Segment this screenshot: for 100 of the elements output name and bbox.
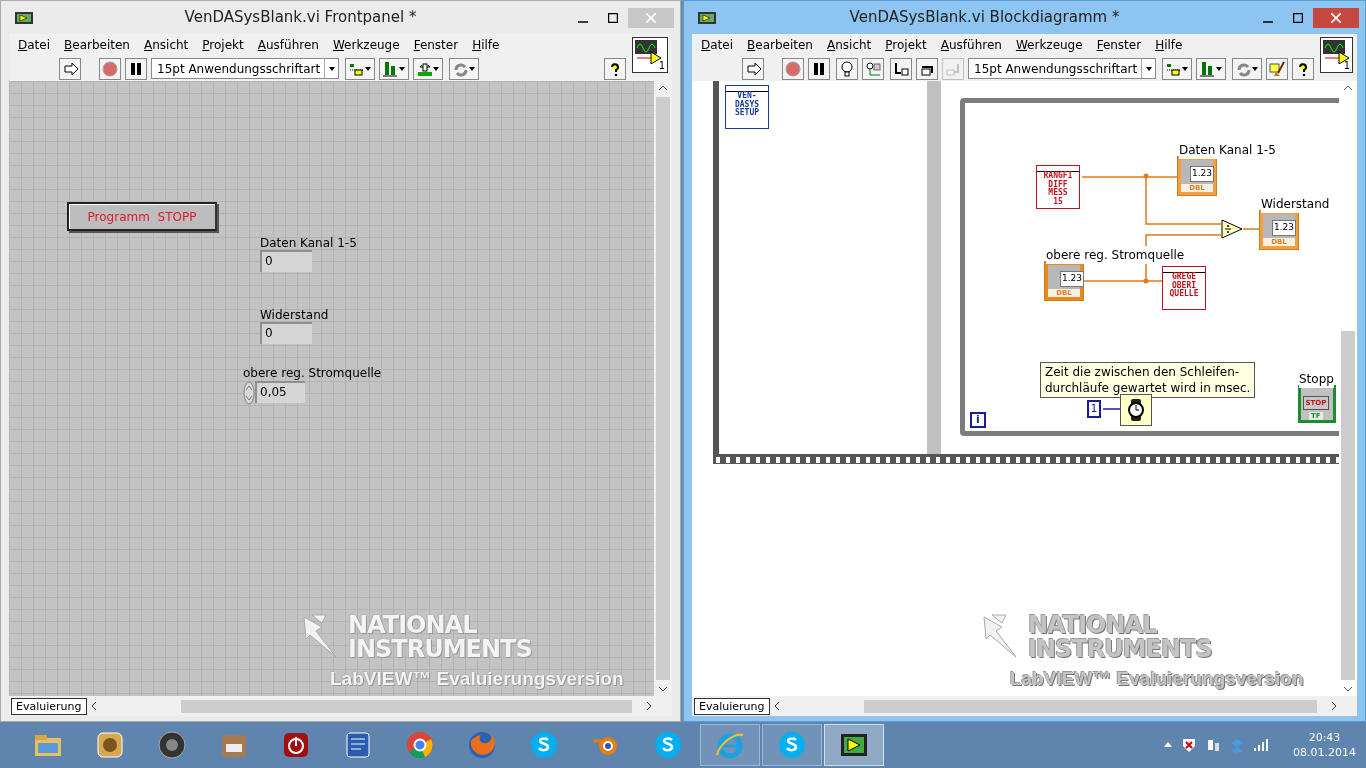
subvi-node[interactable]: GREGE OBERI QUELLE: [1162, 266, 1206, 310]
menu-item[interactable]: Werkzeuge: [1008, 36, 1090, 54]
broom-icon: [1269, 60, 1286, 77]
caret-icon: [1251, 64, 1260, 73]
scrollbar-thumb[interactable]: [863, 699, 1317, 713]
wire-junction: [1143, 173, 1149, 179]
menu-item[interactable]: Hilfe: [465, 36, 507, 54]
light-bulb-icon: [839, 60, 855, 77]
menu-item[interactable]: Bearbeiten: [740, 36, 820, 54]
status-label: Evaluierung: [11, 697, 87, 715]
clock-time[interactable]: 20:43: [1293, 730, 1356, 745]
menu-item[interactable]: Werkzeuge: [325, 36, 407, 54]
run-arrow-icon: [62, 60, 78, 77]
minimize-icon: [578, 20, 588, 23]
shield-icon[interactable]: [1181, 737, 1197, 753]
maximize-icon: [608, 12, 618, 23]
caret-icon[interactable]: [1163, 740, 1173, 750]
scroll-down-icon[interactable]: [1343, 686, 1353, 692]
spinner-arrows[interactable]: [243, 381, 255, 405]
terminal-label: Daten Kanal 1-5: [1179, 141, 1276, 159]
scroll-down-icon[interactable]: [658, 686, 668, 692]
watermark-text: NATIONAL: [1028, 613, 1158, 637]
menu-item[interactable]: Ausführen: [250, 36, 326, 54]
scrollbar-thumb[interactable]: [180, 699, 632, 713]
scroll-up-icon[interactable]: [658, 85, 668, 91]
terminal-label: Widerstand: [1261, 195, 1330, 213]
probe-icon: [865, 60, 881, 77]
watermark-text: NATIONAL: [348, 613, 478, 637]
wire: [1242, 228, 1261, 230]
signal-icon[interactable]: [1253, 737, 1269, 753]
caret-icon: [432, 64, 441, 73]
resize-icon: [416, 60, 433, 77]
watermark-text: INSTRUMENTS: [348, 637, 532, 661]
scrollbar-thumb[interactable]: [1341, 331, 1355, 680]
app-icon: [404, 729, 436, 761]
toolbar-button[interactable]: [1266, 57, 1289, 80]
reorder-icon: [452, 60, 469, 77]
help-button[interactable]: [604, 57, 626, 80]
menu-item[interactable]: Projekt: [195, 36, 251, 54]
menu-item[interactable]: Fenster: [406, 36, 466, 54]
stop-icon: [785, 60, 801, 77]
caret-icon: [327, 64, 336, 73]
toolbar-button[interactable]: [836, 57, 858, 80]
subvi-node[interactable]: RANGFI DIFF MESS 15: [1036, 165, 1080, 209]
scroll-right-icon[interactable]: [1331, 701, 1337, 711]
menu-item[interactable]: Ansicht: [819, 36, 879, 54]
toolbar-button[interactable]: [59, 57, 81, 80]
distribute-icon: [1199, 60, 1216, 77]
scrollbar-thumb[interactable]: [656, 97, 670, 680]
taskbar-button[interactable]: [824, 724, 884, 766]
plug-icon[interactable]: [1205, 737, 1221, 753]
toolbar-button[interactable]: [862, 57, 884, 80]
menu-item[interactable]: Hilfe: [1148, 36, 1190, 54]
toolbar-button[interactable]: [742, 57, 764, 80]
iteration-terminal: i: [970, 412, 986, 428]
toolbar-button[interactable]: [1162, 57, 1193, 80]
toolbar-button[interactable]: [125, 57, 147, 80]
close-button[interactable]: [1313, 7, 1359, 28]
scroll-right-icon[interactable]: [646, 701, 652, 711]
labview-icon: [698, 10, 716, 25]
reorder-icon: [1235, 60, 1252, 77]
menu-item[interactable]: Ausführen: [933, 36, 1009, 54]
caret-icon: [1215, 64, 1224, 73]
toolbar-button[interactable]: [345, 57, 376, 80]
clock-date[interactable]: 08.01.2014: [1293, 745, 1356, 760]
font-dropdown[interactable]: 15pt Anwendungsschriftart: [968, 58, 1157, 79]
window-title: VenDASysBlank.vi Frontpanel *: [183, 7, 418, 29]
toolbar-button[interactable]: [890, 57, 912, 80]
watermark-text: LabVIEW™ Evaluierungsversion: [330, 669, 624, 688]
menu-item[interactable]: Datei: [694, 36, 741, 54]
control-label: Widerstand: [260, 307, 329, 324]
toolbar-button[interactable]: [808, 57, 830, 80]
menu-item[interactable]: Fenster: [1089, 36, 1149, 54]
step-into-icon: [893, 60, 909, 77]
scroll-up-icon[interactable]: [1343, 85, 1353, 91]
vi-icon: 1: [1320, 37, 1353, 73]
caret-icon: [398, 64, 407, 73]
toolbar-button[interactable]: [413, 57, 444, 80]
scroll-left-icon[interactable]: [90, 701, 97, 711]
menu-item[interactable]: Ansicht: [136, 36, 196, 54]
help-button[interactable]: [1292, 57, 1315, 80]
divide-node[interactable]: [1221, 219, 1243, 239]
numeric-field[interactable]: 0,05: [255, 381, 305, 403]
close-icon: [1331, 12, 1341, 23]
stop-icon: [102, 60, 118, 77]
wire-junction: [1143, 278, 1149, 284]
app-icon: [466, 729, 498, 761]
numeric-constant[interactable]: 1: [1087, 400, 1101, 418]
menu-item[interactable]: Projekt: [878, 36, 934, 54]
app-icon: [94, 729, 126, 761]
subvi-node[interactable]: VEN- DASYS SETUP: [725, 85, 769, 129]
distribute-icon: [382, 60, 399, 77]
window-title: VenDASysBlank.vi Blockdiagramm *: [848, 7, 1121, 29]
menu-item[interactable]: Datei: [11, 36, 58, 54]
font-dropdown[interactable]: 15pt Anwendungsschriftart: [151, 58, 340, 79]
numeric-indicator: 0: [260, 250, 312, 272]
caret-icon: [364, 64, 373, 73]
menu-item[interactable]: Bearbeiten: [57, 36, 137, 54]
scroll-left-icon[interactable]: [773, 701, 780, 711]
toolbar-button[interactable]: [916, 57, 938, 80]
